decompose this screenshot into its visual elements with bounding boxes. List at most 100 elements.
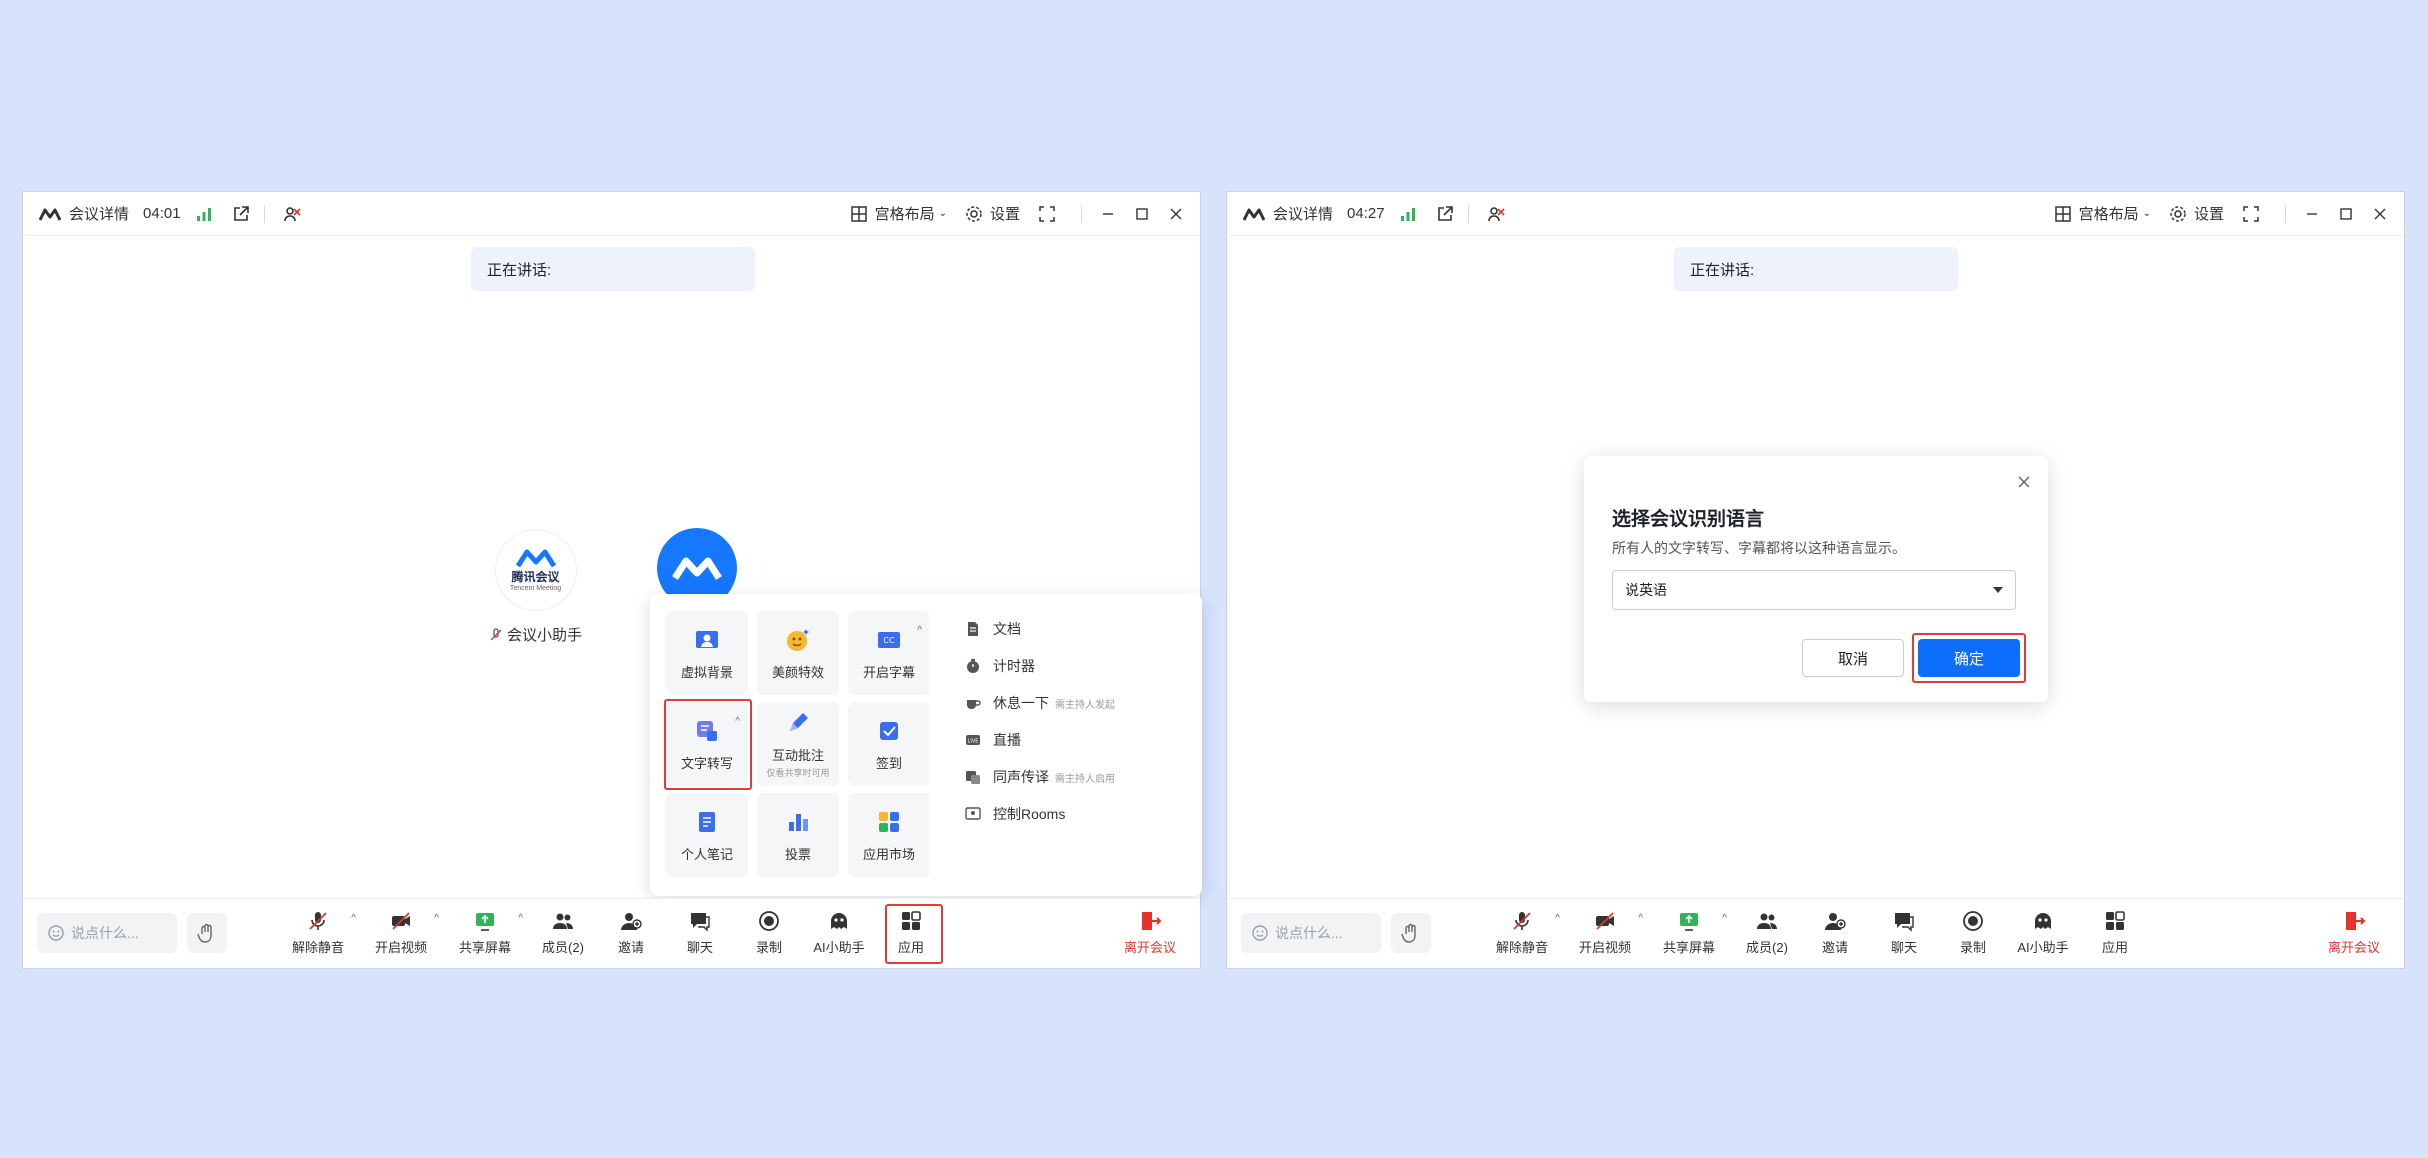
menu-item-control-rooms[interactable]: 控制Rooms [965,804,1065,824]
chat-button[interactable]: 聊天 [666,909,734,959]
language-select[interactable]: 说英语 [1612,570,2016,610]
fullscreen-icon[interactable] [1038,205,1056,223]
coffee-cup-icon [967,700,981,709]
apps-button[interactable]: 应用 [877,909,945,959]
title-bar: 会议详情 04:01 宫格布局 ⌄ 设置 [23,192,1200,236]
leave-meeting-button[interactable]: 离开会议 [1120,909,1180,959]
ai-label: AI小助手 [813,940,865,955]
menu-item-interpretation[interactable]: 同声传译 需主持人启用 [965,767,1115,787]
app-tile-annotation[interactable]: 互动批注 仅看共享时可用 [757,702,839,786]
leave-meeting-button[interactable]: 离开会议 [2324,909,2384,959]
toolbar-buttons: 解除静音 ^ 开启视频 ^ 共享屏幕 ^ 成员(2) 邀请 聊天 录制 AI小助… [23,909,1200,959]
app-tile-transcription[interactable]: 文字转写 ^ [666,702,748,786]
title-divider [1467,204,1469,223]
layout-label: 宫格布局 [874,206,935,223]
menu-item-live[interactable]: LIVE 直播 [965,730,1021,750]
members-button[interactable]: 成员(2) [529,909,597,959]
settings-button[interactable]: 设置 [2194,203,2224,224]
app-tile-label: 互动批注 [771,748,824,763]
apps-button[interactable]: 应用 [2081,909,2149,959]
chevron-up-icon[interactable]: ^ [1555,913,1560,924]
app-tile-vote[interactable]: 投票 [757,793,839,877]
beauty-effects-icon [787,628,809,651]
cancel-button[interactable]: 取消 [1802,639,1904,677]
participant-name-label: 会议小助手 [507,627,583,644]
chevron-down-icon: ⌄ [2142,208,2151,219]
interpretation-icon [966,771,980,784]
chevron-up-icon[interactable]: ^ [434,913,439,924]
ai-assistant-button[interactable]: AI小助手 [805,909,873,959]
captions-icon: CC [878,631,900,648]
language-select-value: 说英语 [1625,582,1667,598]
app-tile-notes[interactable]: 个人笔记 [666,793,748,877]
meeting-details-link[interactable]: 会议详情 [1273,203,1333,224]
unmute-button[interactable]: 解除静音 ^ [1488,909,1560,959]
chevron-up-icon[interactable]: ^ [1722,913,1727,924]
chevron-up-icon[interactable]: ^ [1638,913,1643,924]
svg-text:LIVE: LIVE [968,739,979,745]
chevron-up-icon[interactable]: ^ [518,913,523,924]
audio-off-icon[interactable] [1487,205,1505,223]
app-tile-label: 应用市场 [862,846,915,862]
app-tile-virtual-background[interactable]: 虚拟背景 [666,611,748,695]
share-link-icon[interactable] [1436,205,1454,223]
fullscreen-icon[interactable] [2242,205,2260,223]
apps-panel: 虚拟背景 美颜特效 CC 开启字幕 ^ 文字转写 ^ 互动批注 仅看共享时可用 … [650,594,1202,896]
gear-icon [966,205,982,222]
app-tile-captions[interactable]: CC 开启字幕 ^ [848,611,930,695]
signal-icon [196,207,211,221]
chevron-up-icon[interactable]: ^ [917,625,922,636]
menu-item-break[interactable]: 休息一下 需主持人发起 [965,693,1115,713]
toolbar-buttons: 解除静音 ^ 开启视频 ^ 共享屏幕 ^ 成员(2) 邀请 聊天 录制 AI小助… [1227,909,2404,959]
close-icon[interactable] [2372,206,2388,222]
settings-button[interactable]: 设置 [990,203,1020,224]
participant-tile[interactable]: 腾讯会议 Tencent Meeting 会议小助手 [489,530,582,645]
record-icon [759,911,779,931]
start-video-button[interactable]: 开启视频 ^ [367,909,439,959]
ai-assistant-button[interactable]: AI小助手 [2009,909,2077,959]
avatar: 腾讯会议 Tencent Meeting [495,530,576,610]
layout-dropdown[interactable]: 宫格布局 ⌄ [875,203,947,224]
members-button[interactable]: 成员(2) [1733,909,1801,959]
bottom-toolbar: 说点什么... 解除静音 ^ 开启视频 ^ 共享屏幕 ^ 成员(2) 邀请 聊天… [23,898,1200,968]
record-button[interactable]: 录制 [735,909,803,959]
share-screen-button[interactable]: 共享屏幕 ^ [451,909,523,959]
menu-item-timer[interactable]: 计时器 [965,656,1035,676]
share-link-icon[interactable] [232,205,250,223]
layout-dropdown[interactable]: 宫格布局 ⌄ [2079,203,2151,224]
dialog-description: 所有人的文字转写、字幕都将以这种语言显示。 [1612,540,1906,556]
confirm-button[interactable]: 确定 [1918,639,2020,677]
invite-button[interactable]: 邀请 [1801,909,1869,959]
close-icon[interactable] [2016,474,2032,490]
unmute-button[interactable]: 解除静音 ^ [284,909,356,959]
menu-item-docs[interactable]: 文档 [965,619,1021,639]
app-tile-label: 个人笔记 [680,846,733,862]
share-label: 共享屏幕 [1662,940,1715,955]
grid-layout-icon [850,205,867,222]
chat-button[interactable]: 聊天 [1870,909,1938,959]
maximize-icon[interactable] [2338,206,2354,222]
meeting-details-link[interactable]: 会议详情 [69,203,129,224]
start-video-button[interactable]: 开启视频 ^ [1571,909,1643,959]
app-tile-app-market[interactable]: 应用市场 [848,793,930,877]
document-icon [968,622,978,636]
audio-off-icon[interactable] [283,205,301,223]
chevron-up-icon[interactable]: ^ [735,716,740,727]
maximize-icon[interactable] [1134,206,1150,222]
share-screen-button[interactable]: 共享屏幕 ^ [1655,909,1727,959]
title-divider [2285,204,2286,223]
exit-icon [2346,912,2366,930]
check-in-icon [880,721,898,740]
minimize-icon[interactable] [1100,206,1116,222]
camera-off-icon [1596,912,1614,930]
app-tile-beauty-effects[interactable]: 美颜特效 [757,611,839,695]
invite-button[interactable]: 邀请 [597,909,665,959]
virtual-background-icon [696,630,718,648]
record-button[interactable]: 录制 [1939,909,2007,959]
close-icon[interactable] [1168,206,1184,222]
chevron-up-icon[interactable]: ^ [351,913,356,924]
title-divider [1081,204,1082,223]
mic-muted-icon [490,627,502,640]
app-tile-check-in[interactable]: 签到 [848,702,930,786]
minimize-icon[interactable] [2304,206,2320,222]
